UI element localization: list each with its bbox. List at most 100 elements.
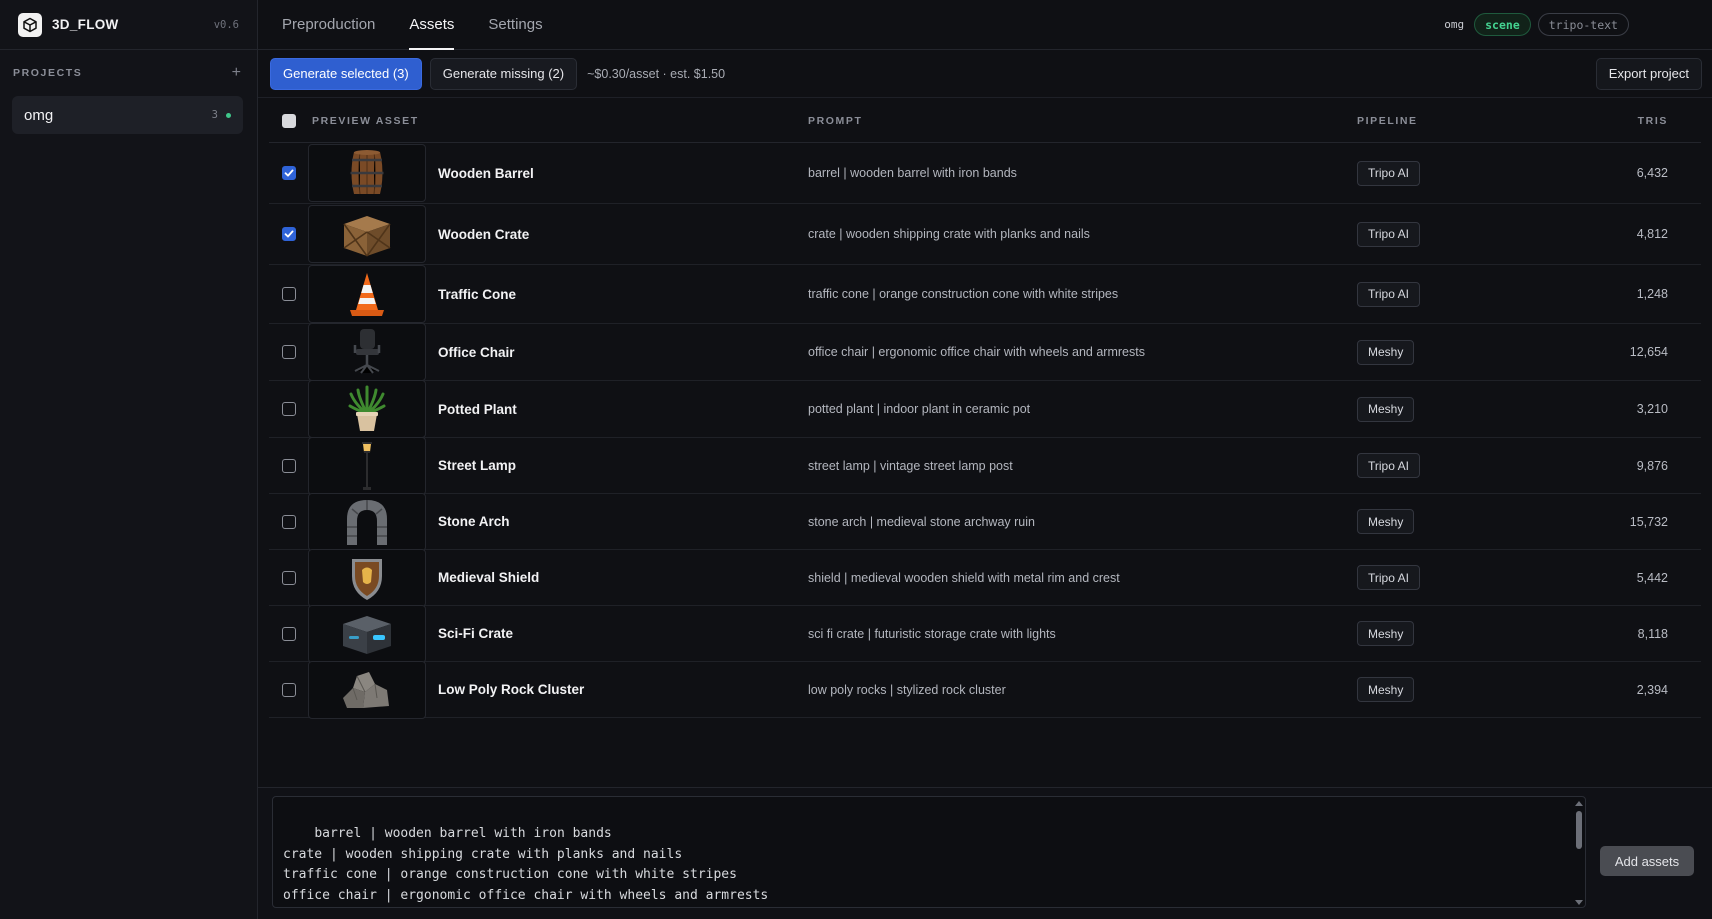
row-checkbox[interactable]: [281, 345, 296, 359]
scroll-up-icon[interactable]: [1575, 801, 1583, 806]
asset-name: Traffic Cone: [438, 286, 517, 302]
asset-prompt: barrel | wooden barrel with iron bands: [808, 166, 1017, 180]
row-checkbox[interactable]: [281, 227, 296, 241]
pipeline-badge[interactable]: Meshy: [1357, 396, 1415, 422]
stone-arch-icon[interactable]: [308, 492, 426, 551]
asset-prompts-textarea[interactable]: barrel | wooden barrel with iron bands c…: [272, 796, 1586, 908]
project-asset-count: 3: [211, 109, 218, 121]
assets-table: PREVIEW ASSET PROMPT PIPELINE TRIS Woode…: [269, 99, 1701, 719]
table-row[interactable]: Traffic Cone traffic cone | orange constr…: [269, 265, 1701, 324]
office-chair-icon[interactable]: [308, 323, 426, 381]
asset-name: Office Chair: [438, 344, 515, 360]
crate-icon[interactable]: [308, 205, 426, 263]
column-preview-asset: PREVIEW ASSET: [312, 114, 419, 127]
row-checkbox[interactable]: [281, 287, 296, 301]
asset-tris: 8,118: [1637, 626, 1668, 641]
asset-tris: 4,812: [1636, 227, 1668, 241]
projects-header: PROJECTS +: [0, 50, 257, 96]
pipeline-badge[interactable]: Tripo AI: [1357, 281, 1420, 307]
asset-prompt: stone arch | medieval stone archway ruin: [808, 514, 1035, 529]
asset-tris: 12,654: [1629, 345, 1668, 359]
tab-assets[interactable]: Assets: [397, 0, 466, 50]
textarea-scrollbar[interactable]: [1575, 801, 1583, 905]
asset-name: Wooden Barrel: [438, 165, 534, 181]
generate-missing-button[interactable]: Generate missing (2): [429, 57, 578, 90]
asset-prompt: crate | wooden shipping crate with plank…: [808, 227, 1090, 241]
table-row[interactable]: Medieval Shield shield | medieval wooden …: [269, 548, 1701, 607]
add-project-icon[interactable]: +: [232, 64, 241, 82]
asset-name: Potted Plant: [438, 401, 517, 417]
pipeline-badge[interactable]: Meshy: [1357, 621, 1415, 646]
asset-prompt: potted plant | indoor plant in ceramic p…: [808, 402, 1031, 416]
pipeline-badge[interactable]: Meshy: [1357, 509, 1415, 534]
asset-name: Low Poly Rock Cluster: [438, 682, 585, 697]
tab-preproduction[interactable]: Preproduction: [270, 0, 387, 49]
top-bar: Preproduction Assets Settings omg scene …: [258, 0, 1712, 50]
brand: 3D_FLOW v0.6: [0, 0, 257, 50]
table-row[interactable]: Sci-Fi Crate sci fi crate | futuristic st…: [269, 604, 1701, 663]
pipeline-badge[interactable]: Tripo AI: [1357, 160, 1420, 186]
cost-estimate: ~$0.30/asset · est. $1.50: [587, 66, 726, 81]
app-name: 3D_FLOW: [52, 17, 119, 32]
asset-tris: 5,442: [1636, 570, 1668, 585]
row-checkbox[interactable]: [281, 402, 296, 416]
table-header: PREVIEW ASSET PROMPT PIPELINE TRIS: [269, 99, 1701, 143]
asset-name: Wooden Crate: [438, 226, 530, 242]
row-checkbox[interactable]: [281, 514, 296, 529]
table-row[interactable]: Street Lamp street lamp | vintage street …: [269, 436, 1701, 495]
table-row[interactable]: Stone Arch stone arch | medieval stone ar…: [269, 492, 1701, 551]
select-all-checkbox[interactable]: [281, 113, 296, 128]
pipeline-badge[interactable]: Meshy: [1357, 677, 1415, 702]
bulk-input-panel: barrel | wooden barrel with iron bands c…: [258, 787, 1712, 919]
asset-name: Sci-Fi Crate: [438, 626, 514, 641]
column-tris: TRIS: [1637, 114, 1668, 127]
projects-title: PROJECTS: [13, 67, 83, 79]
asset-tris: 15,732: [1629, 514, 1668, 529]
textarea-value: barrel | wooden barrel with iron bands c…: [283, 825, 769, 904]
table-row[interactable]: Office Chair office chair | ergonomic off…: [269, 323, 1701, 381]
asset-prompt: street lamp | vintage street lamp post: [808, 458, 1013, 473]
street-lamp-icon[interactable]: [308, 436, 426, 495]
pipeline-badge[interactable]: Meshy: [1357, 339, 1415, 365]
asset-prompt: traffic cone | orange construction cone …: [808, 287, 1119, 301]
shield-icon[interactable]: [308, 548, 426, 607]
row-checkbox[interactable]: [281, 458, 296, 473]
potted-plant-icon[interactable]: [308, 380, 426, 438]
sidebar: 3D_FLOW v0.6 PROJECTS + omg 3: [0, 0, 258, 919]
pipeline-badge[interactable]: Tripo AI: [1357, 221, 1420, 247]
traffic-cone-icon[interactable]: [308, 265, 426, 323]
row-checkbox[interactable]: [281, 570, 296, 585]
generate-selected-button[interactable]: Generate selected (3): [270, 57, 422, 90]
row-checkbox[interactable]: [281, 166, 296, 180]
row-checkbox[interactable]: [281, 682, 296, 697]
scroll-thumb[interactable]: [1576, 811, 1582, 849]
add-assets-button[interactable]: Add assets: [1600, 846, 1694, 876]
table-body: Wooden Barrel barrel | wooden barrel with…: [269, 143, 1701, 719]
table-row[interactable]: Wooden Crate crate | wooden shipping crat…: [269, 204, 1701, 265]
scene-pill[interactable]: scene: [1474, 13, 1531, 36]
export-project-button[interactable]: Export project: [1595, 57, 1702, 90]
row-checkbox[interactable]: [281, 626, 296, 641]
asset-tris: 2,394: [1636, 682, 1668, 697]
table-row[interactable]: Potted Plant potted plant | indoor plant …: [269, 380, 1701, 438]
current-project: omg: [1444, 18, 1465, 31]
asset-name: Stone Arch: [438, 514, 510, 529]
tab-settings[interactable]: Settings: [476, 0, 554, 49]
checkmark-icon: [284, 169, 293, 177]
barrel-icon[interactable]: [308, 144, 426, 202]
pipeline-badge[interactable]: Tripo AI: [1357, 565, 1420, 590]
column-pipeline: PIPELINE: [1357, 114, 1418, 127]
table-row[interactable]: Wooden Barrel barrel | wooden barrel with…: [269, 143, 1701, 204]
table-row[interactable]: Low Poly Rock Cluster low poly rocks | st…: [269, 660, 1701, 719]
scroll-down-icon[interactable]: [1575, 900, 1583, 905]
scifi-crate-icon[interactable]: [308, 604, 426, 663]
mode-pill[interactable]: tripo-text: [1537, 13, 1629, 36]
asset-prompt: office chair | ergonomic office chair wi…: [808, 345, 1145, 359]
app-version: v0.6: [213, 18, 239, 31]
asset-prompt: shield | medieval wooden shield with met…: [808, 570, 1120, 585]
asset-tris: 9,876: [1636, 458, 1668, 473]
pipeline-badge[interactable]: Tripo AI: [1357, 453, 1420, 478]
rock-cluster-icon[interactable]: [308, 660, 426, 719]
sidebar-item-project-omg[interactable]: omg 3: [12, 96, 243, 134]
asset-tris: 1,248: [1636, 287, 1668, 301]
